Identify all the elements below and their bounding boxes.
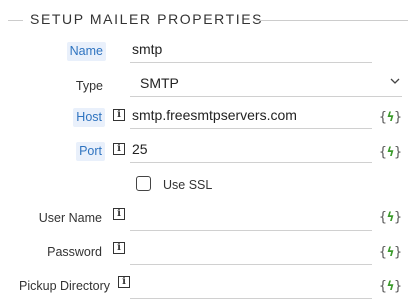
info-icon[interactable]: i [113, 242, 125, 254]
host-label: Host [73, 108, 105, 127]
info-icon[interactable]: i [118, 276, 130, 288]
name-label: Name [66, 42, 106, 61]
info-icon[interactable]: i [113, 109, 125, 121]
port-label: Port [76, 142, 105, 161]
password-field[interactable] [130, 240, 372, 265]
type-label: Type [75, 79, 103, 93]
name-field[interactable]: smtp [130, 38, 372, 63]
name-value: smtp [132, 41, 163, 57]
expression-binding-icon[interactable]: {ϟ} [379, 107, 402, 127]
title-divider-left [8, 20, 23, 21]
use-ssl-checkbox[interactable] [136, 176, 151, 191]
type-select[interactable]: SMTP [130, 72, 402, 97]
password-label: Password [47, 245, 102, 259]
port-field[interactable]: 25 [130, 138, 372, 163]
section-header: SETUP MAILER PROPERTIES [0, 0, 416, 40]
user-name-field[interactable] [130, 206, 372, 231]
expression-binding-icon[interactable]: {ϟ} [379, 242, 402, 262]
expression-binding-icon[interactable]: {ϟ} [379, 276, 402, 296]
section-title: SETUP MAILER PROPERTIES [30, 11, 264, 27]
info-icon[interactable]: i [113, 143, 125, 155]
info-icon[interactable]: i [113, 208, 125, 220]
host-field[interactable]: smtp.freesmtpservers.com [130, 104, 372, 129]
type-value: SMTP [140, 75, 179, 91]
host-value: smtp.freesmtpservers.com [132, 107, 297, 123]
expression-binding-icon[interactable]: {ϟ} [379, 142, 402, 162]
chevron-down-icon [390, 78, 400, 84]
title-divider-right [256, 20, 408, 21]
port-value: 25 [132, 141, 148, 157]
expression-binding-icon[interactable]: {ϟ} [379, 207, 402, 227]
pickup-directory-field[interactable] [130, 274, 372, 299]
user-name-label: User Name [38, 211, 102, 225]
pickup-directory-label: Pickup Directory [19, 279, 110, 293]
use-ssl-label: Use SSL [163, 178, 213, 192]
